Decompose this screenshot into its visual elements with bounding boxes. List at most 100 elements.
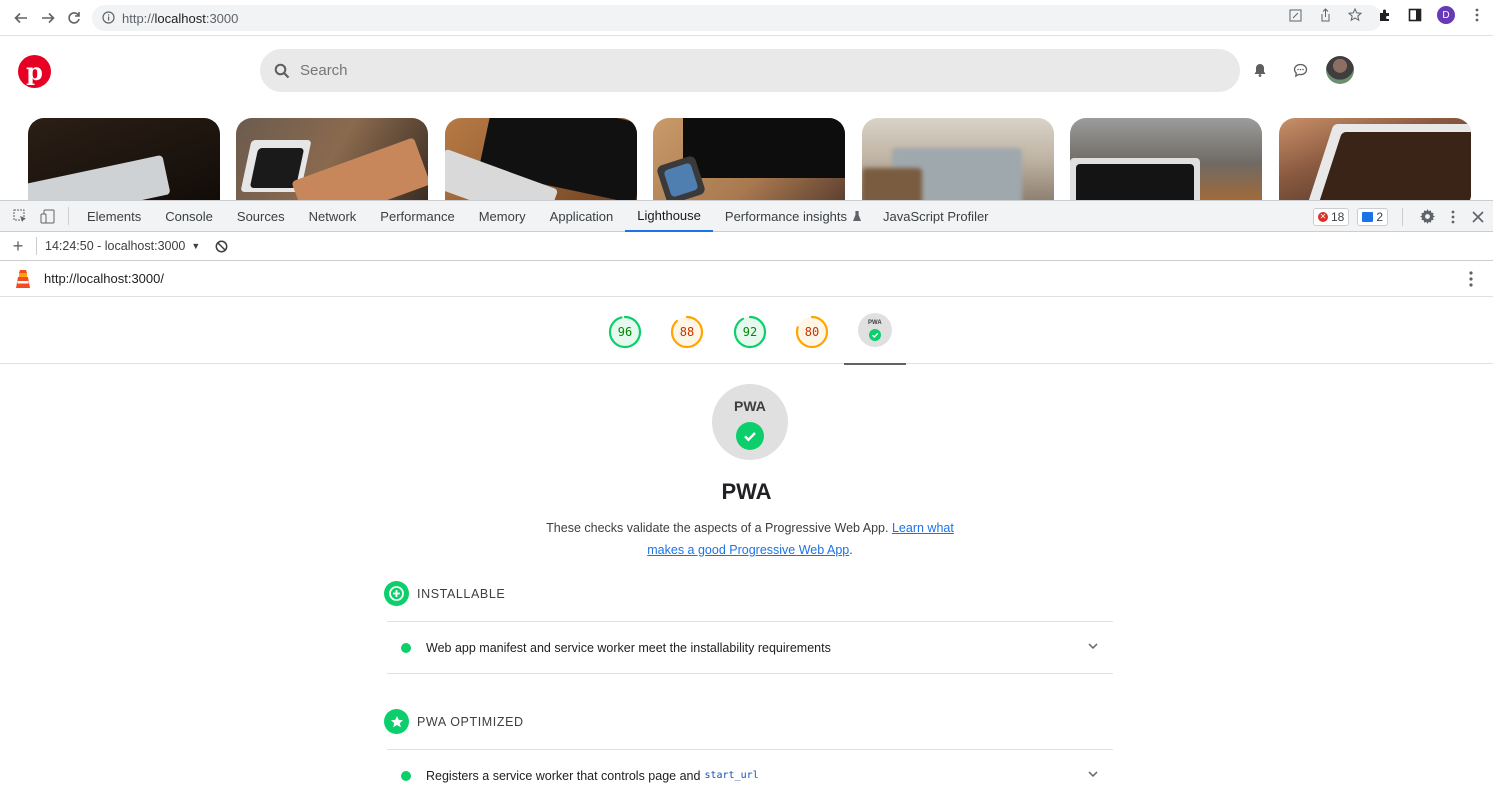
device-toolbar-icon[interactable]	[34, 201, 62, 232]
url-suffix: :3000	[205, 10, 239, 26]
tab-lighthouse[interactable]: Lighthouse	[625, 201, 713, 232]
score-value: 92	[742, 325, 758, 339]
pin-image[interactable]	[236, 118, 428, 200]
plus-circle-icon	[384, 581, 409, 606]
score-gauge[interactable]: 96	[608, 315, 642, 349]
pinterest-search-bar[interactable]	[260, 49, 1240, 92]
notification-bell-icon[interactable]	[1251, 61, 1269, 79]
tab-performance-insights[interactable]: Performance insights	[713, 201, 859, 232]
tab-console[interactable]: Console	[153, 201, 225, 232]
url-host: localhost	[154, 10, 206, 26]
check-icon	[736, 422, 764, 450]
message-count-badge[interactable]: 2	[1357, 207, 1388, 226]
edit-icon[interactable]	[1287, 7, 1303, 23]
group-header-pwa-optimized: PWA OPTIMIZED	[384, 709, 524, 734]
message-count: 2	[1376, 209, 1383, 224]
lighthouse-logo-icon	[14, 268, 34, 290]
side-panel-icon[interactable]	[1407, 7, 1423, 23]
pin-image[interactable]	[862, 118, 1054, 200]
pwa-logo-text: PWA	[734, 398, 766, 414]
devtools-menu-icon[interactable]	[1445, 207, 1461, 227]
group-title: PWA OPTIMIZED	[417, 714, 524, 729]
devtools-tab-bar: Elements Console Sources Network Performance…	[0, 201, 1493, 232]
group-header-installable: INSTALLABLE	[384, 581, 505, 606]
tab-javascript-profiler[interactable]: JavaScript Profiler	[871, 201, 1000, 232]
pin-image[interactable]	[1070, 118, 1262, 200]
pwa-badge: PWA	[712, 384, 788, 460]
star-circle-icon	[384, 709, 409, 734]
forward-arrow-icon[interactable]	[37, 7, 59, 29]
devtools-panel: Elements Console Sources Network Performance…	[0, 200, 1493, 783]
tab-application[interactable]: Application	[538, 201, 626, 232]
browser-menu-icon[interactable]	[1469, 7, 1485, 23]
error-count-badge[interactable]: ✕ 18	[1312, 207, 1350, 226]
tab-elements[interactable]: Elements	[75, 201, 153, 232]
back-arrow-icon[interactable]	[10, 7, 32, 29]
devtools-tabs: Elements Console Sources Network Performance…	[75, 201, 1001, 232]
score-gauges: 96 88 92 80 PWA	[0, 297, 1493, 365]
report-url: http://localhost:3000/	[44, 271, 164, 286]
report-selector[interactable]: 14:24:50 - localhost:3000 ▼	[45, 239, 200, 253]
share-icon[interactable]	[1317, 7, 1333, 23]
profile-avatar[interactable]: D	[1437, 6, 1455, 24]
report-menu-icon[interactable]	[1463, 269, 1479, 289]
inspect-element-icon[interactable]	[6, 201, 34, 232]
tab-performance[interactable]: Performance	[368, 201, 466, 232]
pin-image[interactable]	[653, 118, 845, 200]
tab-memory[interactable]: Memory	[467, 201, 538, 232]
pin-image[interactable]	[28, 118, 220, 200]
toolbar-divider	[1402, 207, 1403, 226]
audit-row[interactable]: Web app manifest and service worker meet…	[387, 621, 1113, 673]
address-bar[interactable]: http://localhost:3000	[92, 5, 1382, 31]
close-devtools-icon[interactable]	[1469, 207, 1487, 227]
report-url-bar: http://localhost:3000/	[0, 261, 1493, 297]
score-gauge[interactable]: 80	[795, 315, 829, 349]
pinterest-logo-icon[interactable]: p	[18, 55, 51, 88]
error-icon: ✕	[1317, 211, 1328, 222]
pin-grid	[0, 106, 1493, 200]
new-report-plus-icon[interactable]: +	[0, 232, 36, 261]
group-title: INSTALLABLE	[417, 586, 506, 601]
dropdown-triangle-icon: ▼	[191, 241, 201, 251]
score-value: 88	[679, 325, 695, 339]
check-icon	[869, 329, 881, 341]
audit-title: Web app manifest and service worker meet…	[426, 640, 831, 655]
search-icon	[274, 63, 290, 79]
audit-code: start_url	[704, 770, 759, 781]
extensions-puzzle-icon[interactable]	[1377, 7, 1393, 23]
pin-image[interactable]	[445, 118, 637, 200]
pinterest-header: p	[0, 36, 1493, 106]
pwa-logo-text: PWA	[868, 320, 882, 326]
tab-sources[interactable]: Sources	[225, 201, 297, 232]
audit-title: Registers a service worker that controls…	[426, 768, 701, 783]
settings-gear-icon[interactable]	[1417, 207, 1437, 227]
row-divider	[387, 673, 1113, 674]
chevron-down-icon[interactable]	[1087, 768, 1101, 782]
category-title: PWA	[721, 479, 772, 504]
description-text: These checks validate the aspects of a P…	[546, 521, 889, 535]
pass-dot-icon	[401, 770, 411, 781]
category-description: These checks validate the aspects of a P…	[546, 521, 954, 557]
score-gauge[interactable]: 88	[670, 315, 704, 349]
toolbar-divider	[36, 237, 37, 255]
audit-row[interactable]: Registers a service worker that controls…	[387, 749, 1113, 801]
chevron-down-icon[interactable]	[1087, 640, 1101, 654]
score-gauge[interactable]: 92	[733, 315, 767, 349]
search-input[interactable]	[300, 62, 1100, 79]
browser-toolbar: http://localhost:3000 D	[0, 0, 1493, 36]
error-count: 18	[1330, 209, 1345, 224]
toolbar-divider	[68, 207, 69, 225]
info-icon[interactable]	[102, 11, 116, 25]
user-avatar[interactable]	[1326, 56, 1354, 84]
pin-image[interactable]	[1279, 118, 1471, 200]
message-icon	[1362, 211, 1374, 222]
reload-icon[interactable]	[63, 7, 85, 29]
score-value: 80	[804, 325, 820, 339]
pwa-gauge[interactable]: PWA	[858, 313, 892, 347]
tab-network[interactable]: Network	[297, 201, 369, 232]
bookmark-star-icon[interactable]	[1347, 7, 1363, 23]
messages-chat-icon[interactable]	[1291, 61, 1309, 79]
url-prefix: http://	[122, 10, 155, 26]
pass-dot-icon	[401, 642, 411, 653]
clear-block-icon[interactable]	[206, 232, 236, 261]
